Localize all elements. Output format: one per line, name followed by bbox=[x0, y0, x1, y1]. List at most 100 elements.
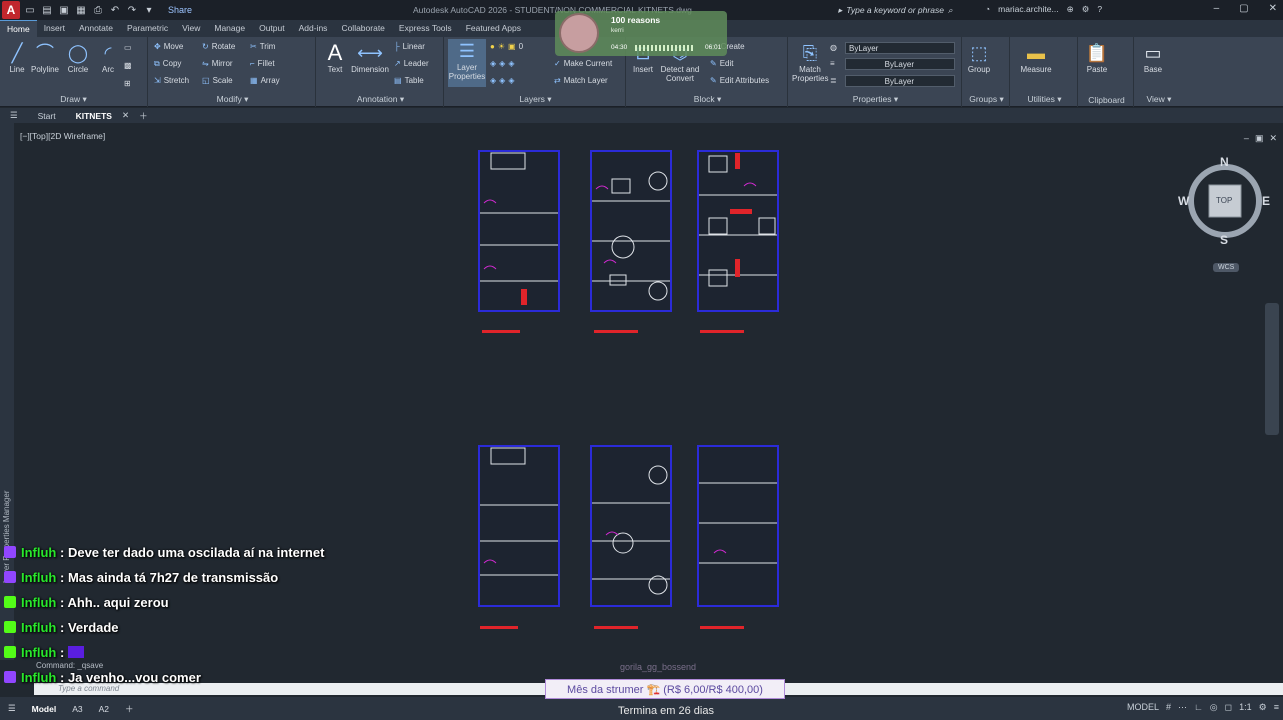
tab-view[interactable]: View bbox=[175, 20, 207, 37]
dimension-button[interactable]: ⟷ Dimension bbox=[350, 41, 390, 74]
layout-menu-icon[interactable]: ☰ bbox=[0, 703, 24, 714]
rotate-button[interactable]: ↻ Rotate bbox=[202, 42, 235, 51]
layers-panel-title[interactable]: Layers ▾ bbox=[446, 94, 625, 105]
tab-parametric[interactable]: Parametric bbox=[120, 20, 175, 37]
rectangle-icon[interactable]: ▭ bbox=[124, 43, 132, 52]
view-panel-title[interactable]: View ▾ bbox=[1136, 94, 1182, 105]
dropdown-icon[interactable]: ▾ bbox=[143, 5, 155, 16]
array-button[interactable]: ▦ Array bbox=[250, 76, 280, 85]
draw-panel-title[interactable]: Draw ▾ bbox=[0, 94, 147, 105]
make-current-button[interactable]: ✓ Make Current bbox=[554, 59, 612, 68]
close-tab-icon[interactable]: ✕ bbox=[122, 110, 129, 121]
edit-attributes-button[interactable]: ✎ Edit Attributes bbox=[710, 76, 769, 85]
viewcube-top-face[interactable]: TOP bbox=[1216, 196, 1232, 205]
match-layer-button[interactable]: ⇄ Match Layer bbox=[554, 76, 608, 85]
color-dropdown[interactable]: ByLayer bbox=[845, 42, 955, 54]
redo-icon[interactable]: ↷ bbox=[126, 5, 138, 16]
linear-button[interactable]: ├ Linear bbox=[394, 42, 425, 51]
move-grid-icon[interactable]: ⊞ bbox=[124, 79, 131, 88]
annotation-panel-title[interactable]: Annotation ▾ bbox=[318, 94, 443, 105]
share-button[interactable]: Share bbox=[168, 5, 192, 15]
fillet-button[interactable]: ⌐ Fillet bbox=[250, 59, 275, 68]
snap-icon[interactable]: ⋯ bbox=[1178, 702, 1187, 713]
mirror-button[interactable]: ⇋ Mirror bbox=[202, 59, 233, 68]
paste-button[interactable]: 📋 Paste bbox=[1082, 41, 1112, 74]
color-wheel-icon[interactable]: ◍ bbox=[830, 43, 837, 52]
plot-icon[interactable]: ⎙ bbox=[92, 5, 104, 16]
polyline-tool[interactable]: ⌒ Polyline bbox=[30, 41, 60, 74]
linetype-dropdown[interactable]: ByLayer bbox=[845, 58, 955, 70]
layer-tool-icon[interactable]: ◈ bbox=[508, 76, 514, 85]
tab-start[interactable]: Start bbox=[28, 111, 66, 121]
tab-annotate[interactable]: Annotate bbox=[72, 20, 120, 37]
match-properties-button[interactable]: ⎘ Match Properties bbox=[792, 41, 828, 83]
ortho-icon[interactable]: ∟ bbox=[1194, 702, 1203, 713]
trim-button[interactable]: ✂ Trim bbox=[250, 42, 275, 51]
settings-icon[interactable]: ⚙ bbox=[1082, 4, 1090, 15]
cart-icon[interactable]: ⊕ bbox=[1067, 4, 1074, 15]
layer-tool-icon[interactable]: ◈ bbox=[508, 59, 514, 68]
annotation-scale[interactable]: 1:1 bbox=[1239, 702, 1252, 713]
settings-gear-icon[interactable]: ⚙ bbox=[1259, 702, 1267, 713]
table-button[interactable]: ▤ Table bbox=[394, 76, 424, 85]
clipboard-panel-title[interactable]: Clipboard bbox=[1080, 95, 1133, 105]
tab-featured-apps[interactable]: Featured Apps bbox=[459, 20, 528, 37]
line-tool[interactable]: ╱ Line bbox=[2, 41, 32, 74]
save-as-icon[interactable]: ▦ bbox=[75, 5, 87, 16]
leader-button[interactable]: ↗ Leader bbox=[394, 59, 429, 68]
tab-a2[interactable]: A2 bbox=[91, 704, 117, 714]
layer-tool-icon[interactable]: ◈ bbox=[499, 59, 505, 68]
utilities-panel-title[interactable]: Utilities ▾ bbox=[1012, 94, 1077, 105]
layer-tool-icon[interactable]: ◈ bbox=[490, 76, 496, 85]
lineweight-dropdown[interactable]: ByLayer bbox=[845, 75, 955, 87]
tab-output[interactable]: Output bbox=[252, 20, 292, 37]
search-icon[interactable]: ⌕ bbox=[948, 5, 953, 16]
save-icon[interactable]: ▣ bbox=[58, 5, 70, 16]
undo-icon[interactable]: ↶ bbox=[109, 5, 121, 16]
autocad-logo-icon[interactable]: A bbox=[2, 1, 20, 19]
osnap-icon[interactable]: ◻ bbox=[1225, 702, 1232, 713]
edit-block-button[interactable]: ✎ Edit bbox=[710, 59, 734, 68]
layer-state-icons[interactable]: ● ☀ ▣ 0 bbox=[490, 42, 523, 51]
layer-tool-icon[interactable]: ◈ bbox=[490, 59, 496, 68]
wcs-menu[interactable]: WCS bbox=[1213, 263, 1240, 272]
tab-insert[interactable]: Insert bbox=[37, 20, 72, 37]
polar-icon[interactable]: ◎ bbox=[1210, 702, 1218, 713]
layer-properties-button[interactable]: ☰ Layer Properties bbox=[448, 39, 486, 87]
navigation-bar[interactable] bbox=[1265, 303, 1279, 435]
user-name[interactable]: mariac.archite... bbox=[998, 4, 1058, 15]
compass-west[interactable]: W bbox=[1178, 194, 1189, 208]
tab-a3[interactable]: A3 bbox=[64, 704, 90, 714]
base-button[interactable]: ▭ Base bbox=[1138, 41, 1168, 74]
tab-home[interactable]: Home bbox=[0, 20, 37, 37]
tab-kitnets[interactable]: KITNETS bbox=[66, 111, 122, 121]
stretch-button[interactable]: ⇲ Stretch bbox=[154, 76, 189, 85]
maximize-icon[interactable]: ▢ bbox=[1239, 3, 1248, 14]
tab-addins[interactable]: Add-ins bbox=[292, 20, 335, 37]
scale-button[interactable]: ◱ Scale bbox=[202, 76, 233, 85]
copy-button[interactable]: ⧉ Copy bbox=[154, 59, 181, 69]
hatch-icon[interactable]: ▩ bbox=[124, 61, 132, 70]
menu-icon[interactable]: ☰ bbox=[0, 110, 28, 121]
compass-east[interactable]: E bbox=[1262, 194, 1270, 208]
move-button[interactable]: ✥ Move bbox=[154, 42, 183, 51]
compass-south[interactable]: S bbox=[1220, 233, 1228, 247]
groups-panel-title[interactable]: Groups ▾ bbox=[964, 94, 1009, 105]
text-button[interactable]: A Text bbox=[320, 41, 350, 75]
compass-north[interactable]: N bbox=[1220, 155, 1229, 169]
search-input[interactable]: ▸ Type a keyword or phrase ⌕ bbox=[838, 3, 978, 17]
modify-panel-title[interactable]: Modify ▾ bbox=[150, 94, 315, 105]
tab-model[interactable]: Model bbox=[24, 704, 65, 714]
arc-tool[interactable]: ◜ Arc bbox=[93, 41, 123, 74]
measure-button[interactable]: ▬ Measure bbox=[1016, 41, 1056, 74]
minimize-icon[interactable]: – bbox=[1214, 3, 1220, 14]
circle-tool[interactable]: ◯ Circle bbox=[63, 41, 93, 74]
grid-icon[interactable]: # bbox=[1166, 702, 1171, 713]
new-tab-icon[interactable]: ＋ bbox=[129, 110, 158, 122]
tab-express-tools[interactable]: Express Tools bbox=[392, 20, 459, 37]
open-file-icon[interactable]: ▤ bbox=[41, 5, 53, 16]
tab-collaborate[interactable]: Collaborate bbox=[334, 20, 391, 37]
group-button[interactable]: ⬚ Group bbox=[964, 41, 994, 74]
model-space-button[interactable]: MODEL bbox=[1127, 702, 1159, 713]
add-layout-icon[interactable]: ＋ bbox=[117, 703, 142, 715]
